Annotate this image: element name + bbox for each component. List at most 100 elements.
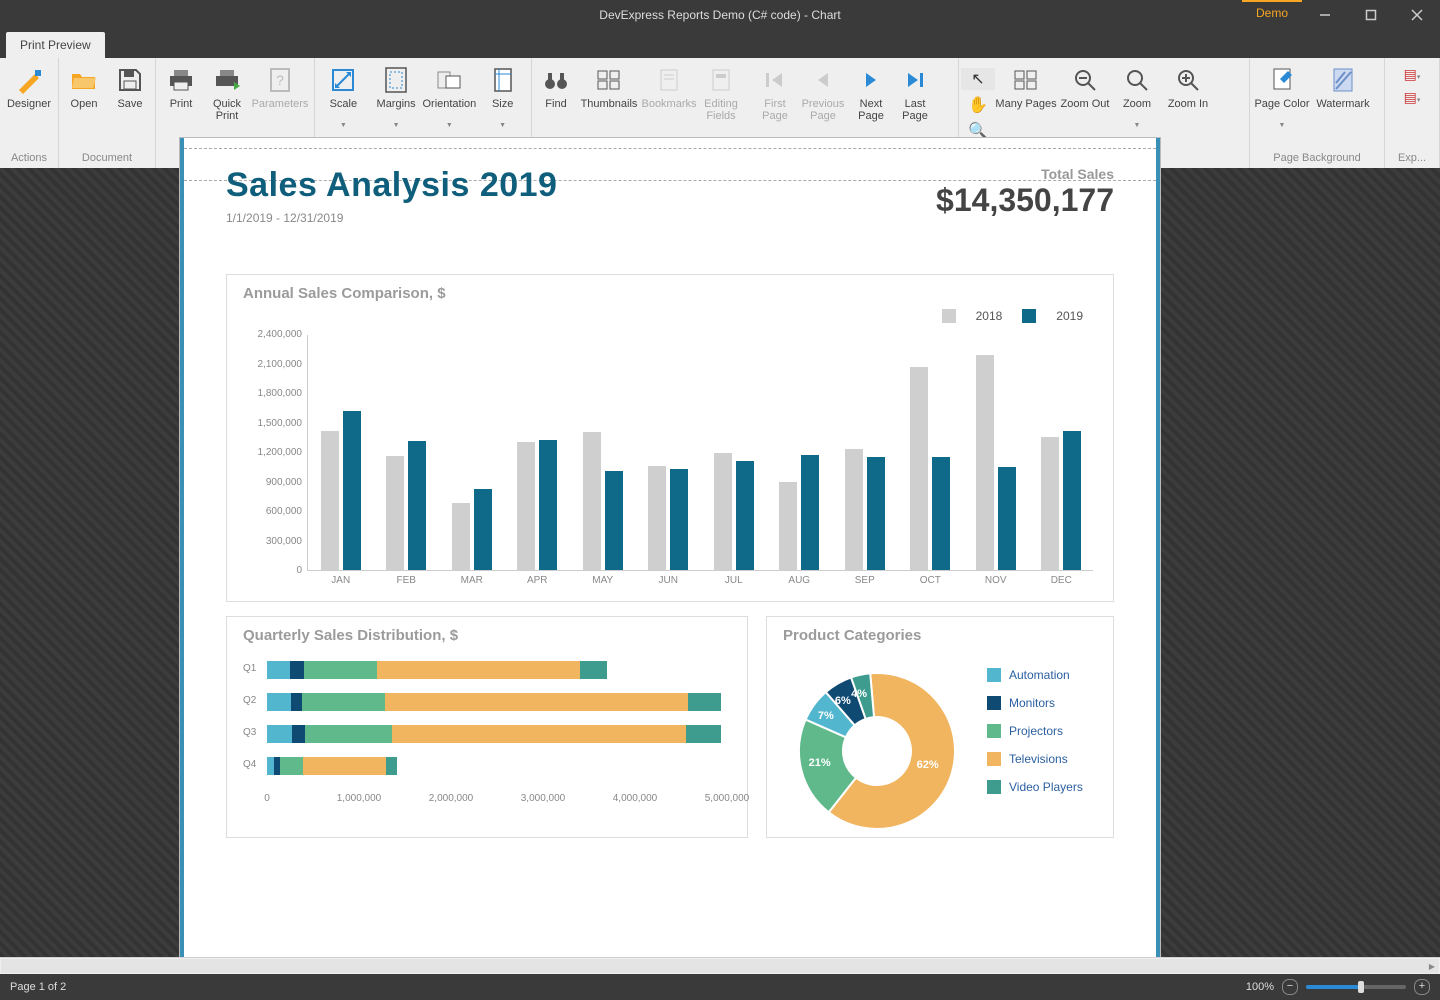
maximize-button[interactable] xyxy=(1348,0,1394,30)
group-label: Document xyxy=(59,152,155,168)
chart-title: Quarterly Sales Distribution, $ xyxy=(243,627,747,644)
bookmarks-icon xyxy=(655,66,683,94)
save-button[interactable]: Save xyxy=(107,64,153,124)
total-sales-value: $14,350,177 xyxy=(936,182,1114,219)
editing-fields-icon xyxy=(707,66,735,94)
printer-quick-icon xyxy=(213,66,241,94)
titlebar: DevExpress Reports Demo (C# code) - Char… xyxy=(0,0,1440,30)
prev-page-button: Previous Page xyxy=(797,64,849,124)
zoom-percent: 100% xyxy=(1246,981,1274,993)
horizontal-scrollbar[interactable]: ◀ ▶ xyxy=(0,957,1440,974)
document-viewport[interactable]: Sales Analysis 2019 1/1/2019 - 12/31/201… xyxy=(170,168,1170,974)
thumbnails-button[interactable]: Thumbnails xyxy=(578,64,640,124)
zoom-out-icon xyxy=(1071,66,1099,94)
report-date-range: 1/1/2019 - 12/31/2019 xyxy=(226,211,557,225)
zoom-control[interactable]: 100% − + xyxy=(1246,979,1430,995)
export-pdf-icon[interactable]: ▤▾ xyxy=(1404,66,1421,83)
tab-print-preview[interactable]: Print Preview xyxy=(6,32,105,58)
group-actions: Designer Actions xyxy=(0,58,59,168)
demo-link[interactable]: Demo xyxy=(1242,0,1302,24)
page-size-icon xyxy=(489,66,517,94)
chart-plot-area: Q1Q2Q3Q401,000,0002,000,0003,000,0004,00… xyxy=(267,661,737,807)
legend-swatch-2019 xyxy=(1022,309,1036,323)
product-categories-chart: Product Categories 62%21%7%6%4% Automati… xyxy=(766,616,1114,838)
prev-page-icon xyxy=(809,66,837,94)
window-title: DevExpress Reports Demo (C# code) - Char… xyxy=(0,8,1440,22)
next-page-button[interactable]: Next Page xyxy=(849,64,893,124)
close-button[interactable] xyxy=(1394,0,1440,30)
svg-text:?: ? xyxy=(276,72,284,88)
workspace: Sales Analysis 2019 1/1/2019 - 12/31/201… xyxy=(0,168,1440,974)
pointer-tools[interactable]: ↖ ✋ 🔍 xyxy=(961,64,995,142)
last-page-icon xyxy=(901,66,929,94)
binoculars-icon xyxy=(542,66,570,94)
report-title: Sales Analysis 2019 xyxy=(226,166,557,205)
chart-legend: AutomationMonitorsProjectorsTelevisionsV… xyxy=(987,661,1083,801)
page-color-icon xyxy=(1268,66,1296,94)
parameters-button: ? Parameters xyxy=(250,64,310,124)
zoom-minus-icon[interactable]: − xyxy=(1282,979,1298,995)
first-page-button: First Page xyxy=(753,64,797,124)
orientation-icon xyxy=(435,66,463,94)
chart-title: Annual Sales Comparison, $ xyxy=(243,285,1113,302)
watermark-icon xyxy=(1329,66,1357,94)
margins-icon xyxy=(382,66,410,94)
chart-legend: 2018 2019 xyxy=(942,309,1083,323)
total-sales-label: Total Sales xyxy=(936,166,1114,182)
group-document: Open Save Document xyxy=(59,58,156,168)
tab-row: Print Preview xyxy=(0,30,1440,58)
page-color-button[interactable]: Page Color▼ xyxy=(1252,64,1312,131)
folder-open-icon xyxy=(70,66,98,94)
minimize-button[interactable] xyxy=(1302,0,1348,30)
watermark-button[interactable]: Watermark xyxy=(1312,64,1374,124)
status-bar: Page 1 of 2 100% − + xyxy=(0,974,1440,1000)
zoom-button[interactable]: Zoom▼ xyxy=(1113,64,1161,131)
legend-label: 2019 xyxy=(1056,309,1083,323)
zoom-in-icon xyxy=(1174,66,1202,94)
parameters-icon: ? xyxy=(266,66,294,94)
next-page-icon xyxy=(857,66,885,94)
orientation-button[interactable]: Orientation▼ xyxy=(422,64,476,131)
zoom-in-button[interactable]: Zoom In xyxy=(1161,64,1215,124)
group-label: Page Background xyxy=(1250,152,1384,168)
save-icon xyxy=(116,66,144,94)
thumbnails-icon xyxy=(595,66,623,94)
legend-label: 2018 xyxy=(976,309,1003,323)
export-mail-icon[interactable]: ▤▾ xyxy=(1404,89,1421,106)
designer-button[interactable]: Designer xyxy=(2,64,56,124)
scrollbar-thumb[interactable] xyxy=(1,959,1439,973)
quick-print-button[interactable]: Quick Print xyxy=(204,64,250,124)
quarterly-sales-chart: Quarterly Sales Distribution, $ Q1Q2Q3Q4… xyxy=(226,616,748,838)
pointer-icon: ↖ xyxy=(961,68,995,90)
chart-title: Product Categories xyxy=(783,627,1113,644)
page-indicator: Page 1 of 2 xyxy=(10,981,66,993)
scroll-right-icon[interactable]: ▶ xyxy=(1424,958,1440,974)
legend-swatch-2018 xyxy=(942,309,956,323)
size-button[interactable]: Size▼ xyxy=(476,64,529,131)
many-pages-icon xyxy=(1012,66,1040,94)
print-button[interactable]: Print xyxy=(158,64,204,124)
bookmarks-button: Bookmarks xyxy=(640,64,698,124)
group-export: ▤▾ ▤▾ Exp... xyxy=(1385,58,1440,168)
open-button[interactable]: Open xyxy=(61,64,107,124)
margins-button[interactable]: Margins▼ xyxy=(370,64,423,131)
last-page-button[interactable]: Last Page xyxy=(893,64,937,124)
zoom-plus-icon[interactable]: + xyxy=(1414,979,1430,995)
report-page: Sales Analysis 2019 1/1/2019 - 12/31/201… xyxy=(180,138,1160,984)
chart-plot-area: 62%21%7%6%4% xyxy=(787,661,967,841)
group-label: Exp... xyxy=(1385,152,1439,168)
group-page-background: Page Color▼ Watermark Page Background xyxy=(1250,58,1385,168)
scale-icon xyxy=(329,66,357,94)
group-label: Actions xyxy=(0,152,58,168)
zoom-out-button[interactable]: Zoom Out xyxy=(1057,64,1113,124)
printer-icon xyxy=(167,66,195,94)
first-page-icon xyxy=(761,66,789,94)
many-pages-button[interactable]: Many Pages xyxy=(995,64,1057,124)
find-button[interactable]: Find xyxy=(534,64,578,124)
chart-plot-area: 0300,000600,000900,0001,200,0001,500,000… xyxy=(307,335,1093,571)
zoom-icon xyxy=(1123,66,1151,94)
designer-icon xyxy=(15,66,43,94)
editing-fields-button: Editing Fields xyxy=(698,64,744,124)
scale-button[interactable]: Scale▼ xyxy=(317,64,370,131)
zoom-slider[interactable] xyxy=(1306,985,1406,989)
